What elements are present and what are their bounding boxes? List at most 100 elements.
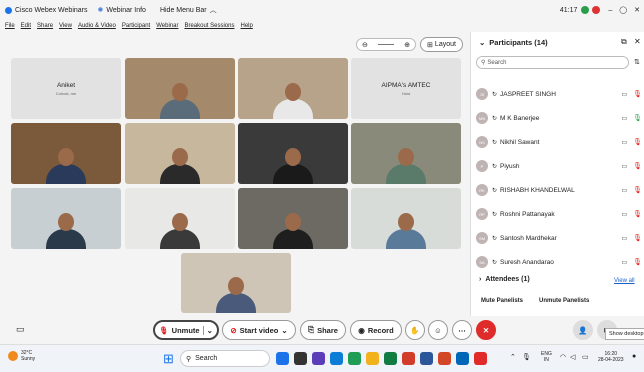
shield-icon[interactable] <box>581 6 590 14</box>
share-button[interactable]: ⎘ Share <box>300 320 346 340</box>
hide-menu-bar-button[interactable]: Hide Menu Bar <box>160 7 207 14</box>
unmute-button[interactable]: 🎙 Unmute ⌄ <box>153 320 219 340</box>
volume-icon[interactable]: ◁ <box>570 353 575 361</box>
menu-item[interactable]: Share <box>37 23 53 29</box>
camera-icon[interactable]: ▭ <box>621 211 627 218</box>
unmute-panelists-button[interactable]: Unmute Panelists <box>539 298 589 304</box>
menu-item[interactable]: Edit <box>21 23 31 29</box>
chevron-up-icon[interactable]: ⌃ <box>510 353 516 361</box>
mic-muted-icon[interactable]: 🎙 <box>633 234 642 242</box>
restore-button[interactable]: ◯ <box>619 6 627 14</box>
participant-row[interactable]: SM ↻ Santosh Mardhekar ▭ 🎙 <box>476 228 642 248</box>
mic-muted-icon[interactable]: 🎙 <box>633 258 642 266</box>
video-tile[interactable] <box>11 188 121 249</box>
taskbar-app-icon[interactable] <box>402 352 415 365</box>
chevron-up-icon[interactable]: ︿ <box>210 5 217 15</box>
webinar-info-menu[interactable]: Webinar Info <box>106 7 146 14</box>
mic-muted-icon[interactable]: 🎙 <box>633 90 642 98</box>
participant-row[interactable]: MB ↻ M K Banerjee ▭ 🎙 <box>476 108 642 128</box>
video-tile[interactable] <box>238 123 348 184</box>
taskbar-app-icon[interactable] <box>276 352 289 365</box>
notification-icon[interactable]: ● <box>632 353 636 360</box>
mic-muted-icon[interactable]: 🎙 <box>633 162 642 170</box>
video-tile[interactable] <box>11 123 121 184</box>
search-input[interactable]: ⚲ Search <box>476 56 629 69</box>
mute-panelists-button[interactable]: Mute Panelists <box>481 298 523 304</box>
menu-item[interactable]: Breakout Sessions <box>184 23 234 29</box>
status-icon[interactable] <box>592 6 601 14</box>
mic-muted-icon[interactable]: 🎙 <box>633 114 642 122</box>
video-tile[interactable] <box>238 188 348 249</box>
battery-icon[interactable]: ▭ <box>582 353 589 361</box>
zoom-slider[interactable]: ⊖ ⊕ <box>356 38 416 51</box>
minimize-button[interactable]: – <box>608 7 612 14</box>
chevron-down-icon[interactable]: ⌄ <box>281 326 287 335</box>
taskbar-app-icon[interactable] <box>330 352 343 365</box>
end-meeting-button[interactable]: ✕ <box>476 320 496 340</box>
chevron-right-icon[interactable]: › <box>479 276 481 283</box>
menu-item[interactable]: View <box>59 23 72 29</box>
participants-toggle-button[interactable]: 👤 <box>573 320 593 340</box>
chevron-down-icon[interactable]: ⌄ <box>479 38 485 47</box>
participant-row[interactable]: P ↻ Piyush ▭ 🎙 <box>476 156 642 176</box>
start-video-button[interactable]: ⊘ Start video ⌄ <box>222 320 296 340</box>
menu-item[interactable]: Audio & Video <box>78 23 116 29</box>
video-tile[interactable] <box>351 123 461 184</box>
zoom-in-icon[interactable]: ⊕ <box>404 41 410 49</box>
taskbar-search[interactable]: ⚲ Search <box>180 350 270 367</box>
close-button[interactable]: ✕ <box>634 6 640 14</box>
menu-item[interactable]: File <box>5 23 15 29</box>
zoom-out-icon[interactable]: ⊖ <box>362 41 368 49</box>
camera-icon[interactable]: ▭ <box>621 163 627 170</box>
close-panel-icon[interactable]: ✕ <box>634 37 641 46</box>
popout-icon[interactable]: ⧉ <box>621 37 627 47</box>
mic-muted-icon[interactable]: 🎙 <box>633 186 642 194</box>
taskbar-app-icon[interactable] <box>438 352 451 365</box>
camera-icon[interactable]: ▭ <box>621 235 627 242</box>
video-tile[interactable] <box>125 58 235 119</box>
menu-item[interactable]: Participant <box>122 23 150 29</box>
mic-muted-icon[interactable]: 🎙 <box>633 138 642 146</box>
camera-icon[interactable]: ▭ <box>621 115 627 122</box>
sort-icon[interactable]: ⇅ <box>634 58 640 66</box>
mic-muted-icon[interactable]: 🎙 <box>633 210 642 218</box>
clock[interactable]: 16:20 28-04-2023 <box>598 351 624 363</box>
video-tile[interactable] <box>125 123 235 184</box>
taskbar-app-icon[interactable] <box>294 352 307 365</box>
taskbar-app-icon[interactable] <box>312 352 325 365</box>
reactions-button[interactable]: ☺ <box>428 320 448 340</box>
captions-icon[interactable]: ▭ <box>16 324 25 335</box>
taskbar-app-icon[interactable] <box>384 352 397 365</box>
menu-item[interactable]: Help <box>240 23 252 29</box>
participant-row[interactable]: SA ↻ Suresh Anandarao ▭ 🎙 <box>476 252 642 272</box>
wifi-icon[interactable]: ◠ <box>560 353 566 361</box>
participant-row[interactable]: RP ↻ Roshni Pattanayak ▭ 🎙 <box>476 204 642 224</box>
video-tile[interactable] <box>351 188 461 249</box>
name-tile[interactable]: AIPMA's AMTEC Host <box>351 58 461 119</box>
layout-button[interactable]: ⊞ Layout <box>420 37 463 52</box>
raise-hand-button[interactable]: ✋ <box>405 320 425 340</box>
start-icon[interactable]: ⊞ <box>163 351 174 367</box>
view-all-link[interactable]: View all <box>614 278 635 284</box>
camera-icon[interactable]: ▭ <box>621 259 627 266</box>
taskbar-app-icon[interactable] <box>456 352 469 365</box>
participant-row[interactable]: NS ↻ Nikhil Sawant ▭ 🎙 <box>476 132 642 152</box>
taskbar-app-icon[interactable] <box>420 352 433 365</box>
mic-icon[interactable]: 🎙 <box>522 353 531 361</box>
language-indicator[interactable]: ENG IN <box>541 351 552 363</box>
name-tile[interactable]: Aniket Cohost, me <box>11 58 121 119</box>
chevron-down-icon[interactable]: ⌄ <box>202 325 213 335</box>
participant-row[interactable]: JS ↻ JASPREET SINGH ▭ 🎙 <box>476 84 642 104</box>
info-icon[interactable]: ❅ <box>98 6 104 14</box>
taskbar-app-icon[interactable] <box>348 352 361 365</box>
camera-icon[interactable]: ▭ <box>621 187 627 194</box>
video-tile[interactable] <box>238 58 348 119</box>
participant-row[interactable]: RK ↻ RISHABH KHANDELWAL ▭ 🎙 <box>476 180 642 200</box>
taskbar-app-icon[interactable] <box>366 352 379 365</box>
menu-item[interactable]: Webinar <box>156 23 178 29</box>
camera-icon[interactable]: ▭ <box>621 139 627 146</box>
video-tile[interactable] <box>181 253 291 313</box>
camera-icon[interactable]: ▭ <box>621 91 627 98</box>
taskbar-app-icon[interactable] <box>474 352 487 365</box>
attendees-header[interactable]: Attendees (1) <box>485 276 529 283</box>
